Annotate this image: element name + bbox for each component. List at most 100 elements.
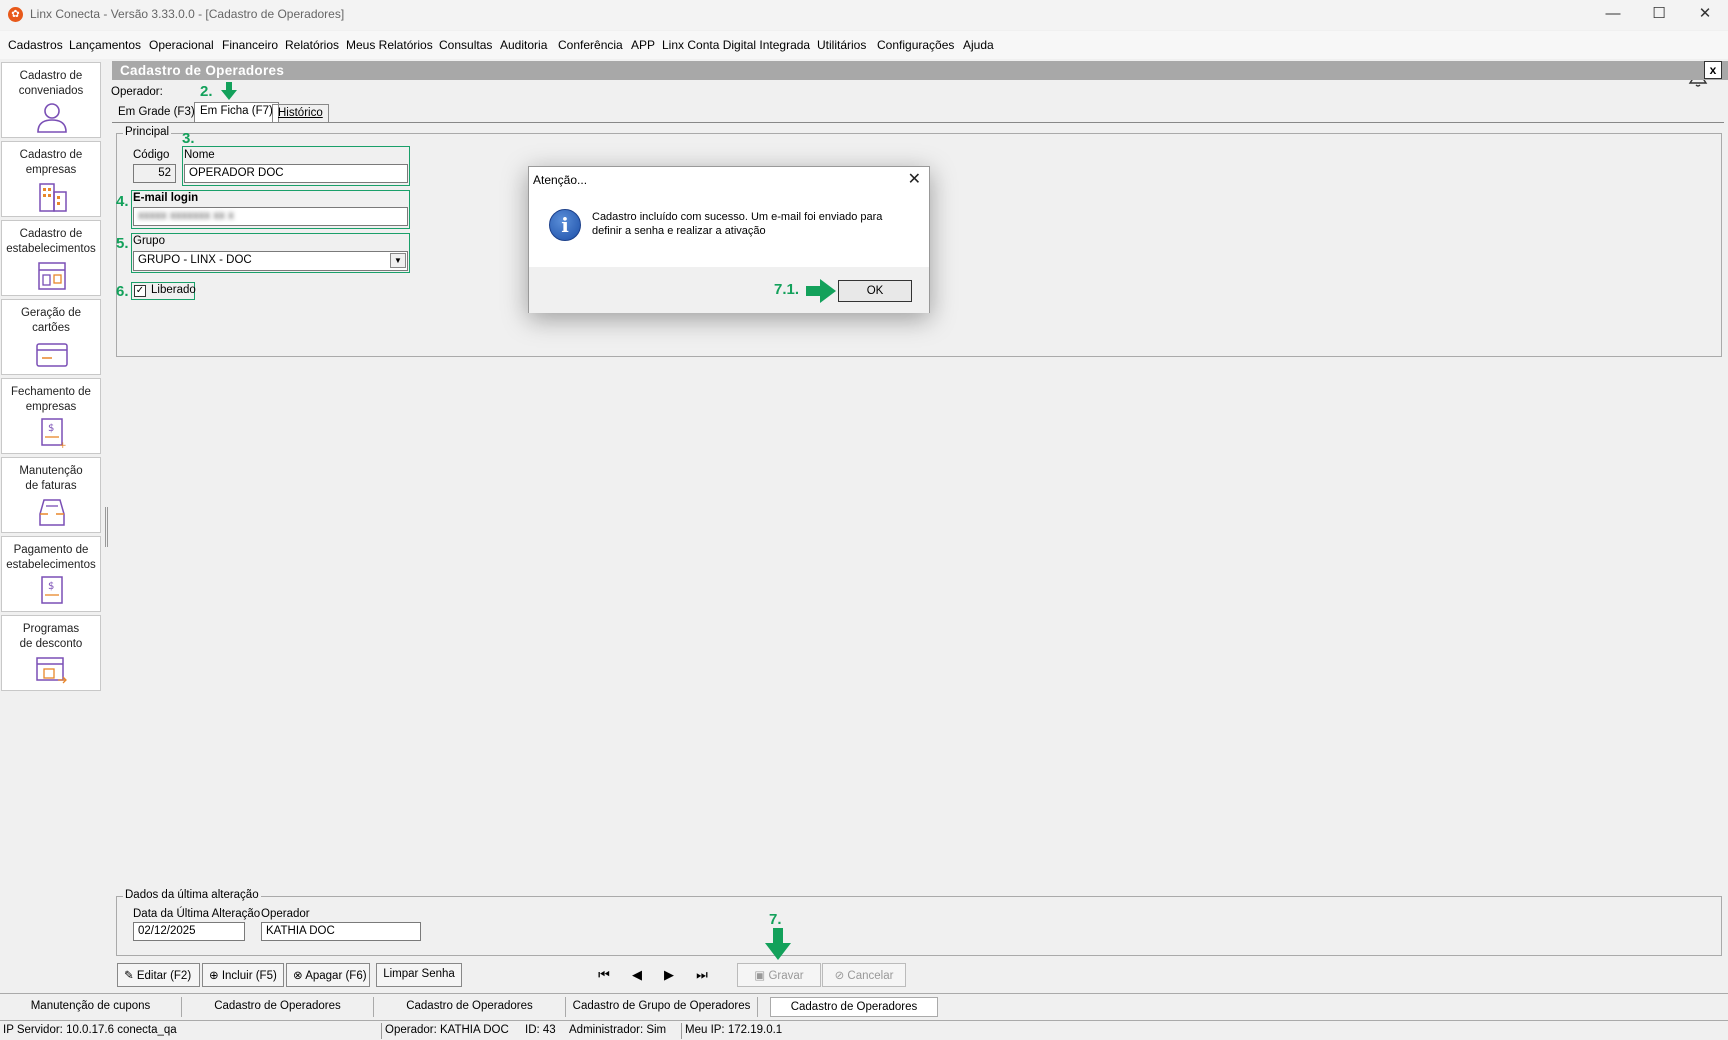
menu-utilitarios[interactable]: Utilitários bbox=[817, 38, 866, 52]
apagar-button[interactable]: ⊗ Apagar (F6) bbox=[286, 963, 370, 987]
chevron-down-icon[interactable]: ▼ bbox=[390, 253, 406, 268]
editar-button[interactable]: ✎ Editar (F2) bbox=[117, 963, 200, 987]
tab-em-grade[interactable]: Em Grade (F3) bbox=[113, 104, 200, 122]
window-tab-grupo-operadores[interactable]: Cadastro de Grupo de Operadores bbox=[566, 997, 758, 1017]
dialog-title: Atenção... bbox=[533, 173, 588, 187]
sidebar-item-cartoes[interactable]: Geração de cartões bbox=[1, 299, 101, 375]
prev-record-icon[interactable]: ◀ bbox=[625, 967, 649, 983]
menu-lancamentos[interactable]: Lançamentos bbox=[69, 38, 141, 52]
invoice-icon: $+ bbox=[41, 418, 67, 449]
maximize-button[interactable]: ☐ bbox=[1636, 0, 1682, 30]
minimize-button[interactable]: — bbox=[1590, 0, 1636, 30]
tab-divider bbox=[112, 122, 1724, 123]
menu-meus-relatorios[interactable]: Meus Relatórios bbox=[346, 38, 433, 52]
arrow-down-icon bbox=[765, 928, 791, 960]
pencil-icon: ✎ bbox=[124, 970, 137, 982]
menu-operacional[interactable]: Operacional bbox=[149, 38, 214, 52]
window-title: Linx Conecta - Versão 3.33.0.0 - [Cadast… bbox=[30, 7, 345, 21]
liberado-checkbox[interactable]: ✓ bbox=[134, 285, 146, 297]
menu-cadastros[interactable]: Cadastros bbox=[8, 38, 63, 52]
discount-icon bbox=[36, 657, 67, 684]
last-change-operator-field: KATHIA DOC bbox=[261, 922, 421, 941]
sidebar-item-label: Pagamento de estabelecimentos bbox=[6, 544, 96, 571]
status-divider bbox=[381, 1023, 382, 1039]
menu-financeiro[interactable]: Financeiro bbox=[222, 38, 278, 52]
email-field[interactable]: xxxxx xxxxxxx xx x bbox=[133, 207, 408, 226]
linx-logo-icon: ✿ bbox=[8, 7, 23, 22]
status-id: ID: 43 bbox=[525, 1024, 556, 1036]
sidebar-item-empresas[interactable]: Cadastro de empresas bbox=[1, 141, 101, 217]
plus-circle-icon: ⊕ bbox=[209, 970, 222, 982]
form-title: Cadastro de Operadores bbox=[120, 63, 285, 78]
attention-dialog: Atenção... ✕ i Cadastro incluído com suc… bbox=[528, 166, 930, 313]
step-3-marker: 3. bbox=[182, 130, 195, 147]
person-icon bbox=[37, 103, 67, 133]
close-button[interactable]: ✕ bbox=[1682, 0, 1728, 30]
sidebar-item-pagamento[interactable]: Pagamento de estabelecimentos $ bbox=[1, 536, 101, 612]
window-tabs: Manutenção de cupons Cadastro de Operado… bbox=[0, 993, 1728, 1017]
sidebar-item-label: Cadastro de estabelecimentos bbox=[6, 228, 96, 255]
status-admin: Administrador: Sim bbox=[569, 1024, 667, 1036]
grupo-select[interactable]: GRUPO - LINX - DOC ▼ bbox=[133, 251, 408, 271]
gravar-label: Gravar bbox=[768, 970, 804, 982]
sidebar: Cadastro de conveniados Cadastro de empr… bbox=[0, 60, 103, 990]
limpar-senha-button[interactable]: Limpar Senha bbox=[376, 963, 462, 987]
status-operator: Operador: KATHIA DOC bbox=[385, 1024, 509, 1036]
incluir-label: Incluir (F5) bbox=[221, 970, 277, 982]
sidebar-item-programas[interactable]: Programas de desconto bbox=[1, 615, 101, 691]
codigo-label: Código bbox=[133, 149, 170, 161]
menu-conferencia[interactable]: Conferência bbox=[558, 38, 623, 52]
menu-consultas[interactable]: Consultas bbox=[439, 38, 492, 52]
incluir-button[interactable]: ⊕ Incluir (F5) bbox=[202, 963, 284, 987]
window-tab-cupons[interactable]: Manutenção de cupons bbox=[0, 997, 182, 1017]
grupo-label: Grupo bbox=[133, 235, 165, 247]
window-tab-operadores-2[interactable]: Cadastro de Operadores bbox=[374, 997, 566, 1017]
inbox-icon bbox=[39, 499, 65, 526]
ok-button[interactable]: OK bbox=[838, 280, 912, 302]
next-record-icon[interactable]: ▶ bbox=[657, 967, 681, 983]
step-7-1-marker: 7.1. bbox=[774, 281, 800, 298]
dialog-footer: 7.1. OK bbox=[529, 267, 929, 313]
window-tab-operadores-1[interactable]: Cadastro de Operadores bbox=[182, 997, 374, 1017]
sidebar-item-label: Fechamento de empresas bbox=[11, 386, 91, 413]
tab-em-ficha[interactable]: Em Ficha (F7) bbox=[194, 102, 279, 123]
cancelar-label: Cancelar bbox=[847, 970, 894, 982]
menu-configuracoes[interactable]: Configurações bbox=[877, 38, 954, 52]
gravar-button[interactable]: ▣ Gravar bbox=[737, 963, 821, 987]
dialog-close-icon[interactable]: ✕ bbox=[908, 169, 921, 189]
floppy-icon: ▣ bbox=[754, 970, 769, 982]
sidebar-item-conveniados[interactable]: Cadastro de conveniados bbox=[1, 62, 101, 138]
menu-relatorios[interactable]: Relatórios bbox=[285, 38, 339, 52]
form-close-button[interactable]: x bbox=[1704, 61, 1722, 79]
info-icon: i bbox=[549, 209, 581, 241]
status-ip: Meu IP: 172.19.0.1 bbox=[685, 1024, 783, 1036]
email-value: xxxxx xxxxxxx xx x bbox=[138, 210, 234, 222]
editar-label: Editar (F2) bbox=[136, 970, 192, 982]
arrow-down-icon bbox=[221, 82, 237, 100]
sidebar-splitter[interactable] bbox=[105, 507, 108, 547]
cancelar-button[interactable]: ⊘ Cancelar bbox=[822, 963, 906, 987]
first-record-icon[interactable]: ⏮ bbox=[592, 967, 616, 983]
last-change-label: Dados da última alteração bbox=[123, 889, 261, 901]
menu-auditoria[interactable]: Auditoria bbox=[500, 38, 547, 52]
window-tab-operadores-active[interactable]: Cadastro de Operadores bbox=[770, 997, 938, 1017]
last-record-icon[interactable]: ⏭ bbox=[690, 967, 714, 983]
codigo-field: 52 bbox=[133, 164, 176, 183]
sidebar-item-label: Cadastro de conveniados bbox=[18, 70, 84, 97]
menu-ajuda[interactable]: Ajuda bbox=[963, 38, 994, 52]
sidebar-item-estabelecimentos[interactable]: Cadastro de estabelecimentos bbox=[1, 220, 101, 296]
tab-historico[interactable]: Histórico bbox=[272, 104, 329, 123]
status-bar: IP Servidor: 10.0.17.6 conecta_qa Operad… bbox=[0, 1020, 1728, 1040]
sidebar-item-label: Cadastro de empresas bbox=[19, 149, 83, 176]
form-title-bar: Cadastro de Operadores x bbox=[112, 61, 1728, 80]
step-2-marker: 2. bbox=[200, 83, 213, 100]
nome-field[interactable]: OPERADOR DOC bbox=[184, 164, 408, 183]
menu-linx-conta-digital[interactable]: Linx Conta Digital Integrada bbox=[662, 38, 810, 52]
sidebar-item-faturas[interactable]: Manutenção de faturas bbox=[1, 457, 101, 533]
payment-icon: $ bbox=[41, 576, 63, 604]
sidebar-item-fechamento[interactable]: Fechamento de empresas $ + bbox=[1, 378, 101, 454]
menu-app[interactable]: APP bbox=[631, 38, 655, 52]
building-icon bbox=[39, 183, 67, 212]
operator-label: Operador: bbox=[111, 86, 163, 98]
step-4-marker: 4. bbox=[116, 193, 129, 210]
